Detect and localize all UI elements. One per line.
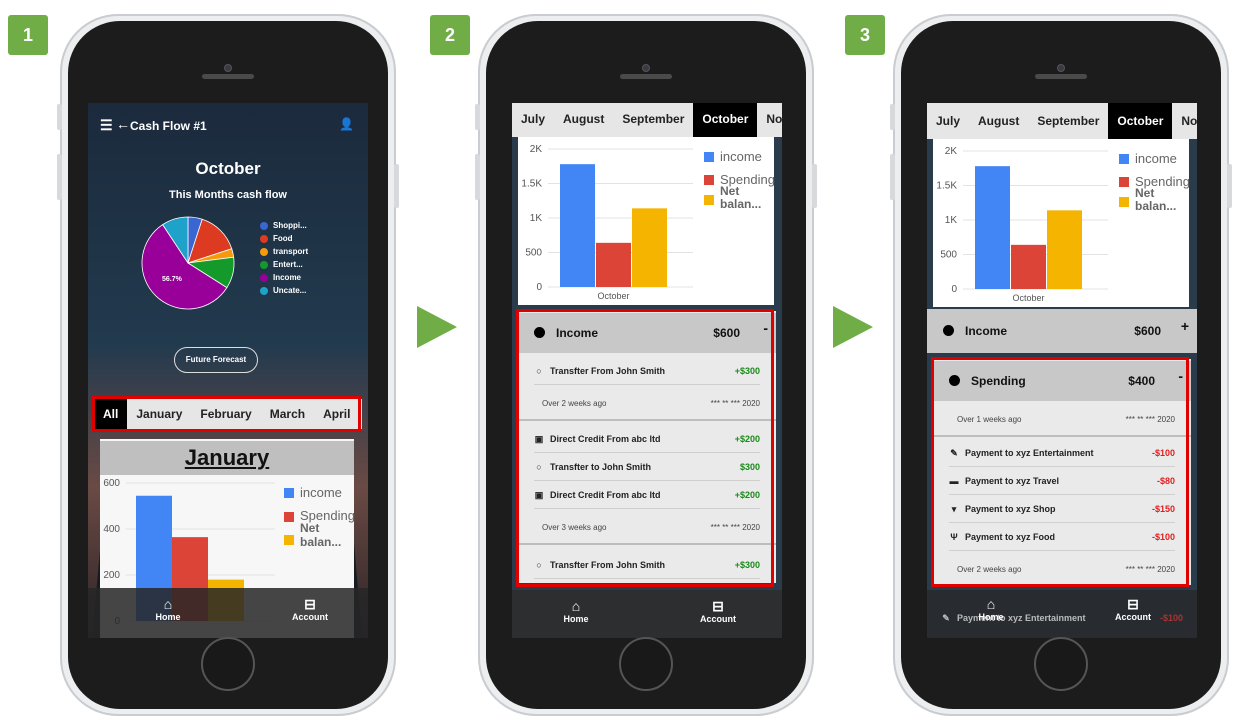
y-tick-label: 2K xyxy=(530,144,543,155)
tab-october[interactable]: October xyxy=(1108,103,1173,139)
y-tick-label: 2K xyxy=(945,146,958,157)
pie-chart: 56.7% xyxy=(141,216,235,310)
bottom-nav-2: ⌂ Home ⊟ Account xyxy=(512,590,782,638)
bullet-icon xyxy=(943,325,954,336)
y-tick-label: 200 xyxy=(103,570,120,581)
nav-account[interactable]: ⊟ Account xyxy=(1103,596,1163,622)
bar-income xyxy=(560,164,595,287)
menu-icon[interactable]: ☰ xyxy=(100,117,113,134)
front-camera xyxy=(224,64,232,72)
phone-1: ☰ ← Cash Flow #1 👤 October This Months c… xyxy=(57,14,399,716)
highlight-box-spending xyxy=(931,357,1189,587)
step-badge-3: 3 xyxy=(845,15,885,55)
tab-september[interactable]: September xyxy=(1028,103,1108,139)
y-tick-label: 1.5K xyxy=(521,179,542,190)
pie-legend-item-0: Shoppi... xyxy=(260,221,308,230)
legend-net: Net balan... xyxy=(284,521,355,549)
section-title: January xyxy=(184,445,270,470)
home-button[interactable] xyxy=(1034,637,1088,691)
bar-chart-october: 2K 1.5K 1K 500 0 October xyxy=(521,144,693,301)
bar-spending xyxy=(1011,244,1046,289)
y-tick-label: 1K xyxy=(530,213,543,224)
pie-legend: Shoppi... Food transport Entert... Income Unc… xyxy=(260,221,308,299)
y-tick-label: 500 xyxy=(940,250,957,261)
bar-legend-2: income Spending Net balan... xyxy=(704,149,775,219)
screen-3: July August September October Nov 2K 1.5K… xyxy=(927,103,1197,638)
tab-august[interactable]: August xyxy=(969,103,1028,139)
expand-toggle[interactable]: + xyxy=(1181,318,1189,334)
pie-legend-item-3: Entert... xyxy=(260,260,308,269)
tab-august[interactable]: August xyxy=(554,103,613,137)
y-tick-label: 500 xyxy=(525,248,542,259)
x-category-label: October xyxy=(597,291,629,301)
month-tab-bar-3: July August September October Nov xyxy=(927,103,1197,139)
pie-legend-item-4: Income xyxy=(260,273,308,282)
bar-legend-1: income Spending Net balan... xyxy=(284,485,355,557)
next-arrow-2 xyxy=(833,306,873,348)
tab-nov[interactable]: Nov xyxy=(757,103,782,137)
step-badge-2: 2 xyxy=(430,15,470,55)
bar-legend-3: income Spending Net balan... xyxy=(1119,151,1190,221)
nav-account[interactable]: ⊟ Account xyxy=(688,598,748,624)
highlight-box-income xyxy=(516,309,774,587)
future-forecast-button[interactable]: Future Forecast xyxy=(174,347,258,373)
bottom-nav-1: ⌂ Home ⊟ Account xyxy=(88,588,368,638)
inbox-icon: ⊟ xyxy=(712,598,724,614)
home-button[interactable] xyxy=(619,637,673,691)
earpiece xyxy=(202,74,254,79)
app-header: ☰ ← Cash Flow #1 👤 xyxy=(88,116,368,137)
header-title: Cash Flow #1 xyxy=(130,119,207,133)
y-tick-label: 0 xyxy=(536,282,542,293)
bar-spending xyxy=(596,242,631,287)
tab-october[interactable]: October xyxy=(693,103,758,137)
home-icon: ⌂ xyxy=(571,598,581,614)
pie-percent-label: 56.7% xyxy=(162,276,183,283)
y-tick-label: 1.5K xyxy=(936,181,957,192)
chart-card-2: 2K 1.5K 1K 500 0 October income Spending Net … xyxy=(518,137,775,305)
bar-chart-october: 2K 1.5K 1K 500 0 October xyxy=(936,146,1108,303)
nav-home[interactable]: ⌂ Home xyxy=(961,596,1021,622)
month-tab-bar-2: July August September October Nov xyxy=(512,103,782,137)
pie-legend-item-1: Food xyxy=(260,234,308,243)
chart-card-3: 2K 1.5K 1K 500 0 October income Spending Net … xyxy=(933,139,1190,307)
tab-july[interactable]: July xyxy=(927,103,969,139)
y-tick-label: 1K xyxy=(945,215,958,226)
y-tick-label: 0 xyxy=(951,284,957,295)
bar-net-balan- xyxy=(632,208,667,287)
subtitle: This Months cash flow xyxy=(169,189,287,201)
pie-legend-item-2: transport xyxy=(260,247,308,256)
tab-nov[interactable]: Nov xyxy=(1172,103,1197,139)
screen-2: July August September October Nov 2K 1.5K… xyxy=(512,103,782,638)
month-title: October xyxy=(195,159,261,178)
step-badge-1: 1 xyxy=(8,15,48,55)
bottom-nav-3: ✎ Payment to xyz Entertainment -$100 ⌂ Home… xyxy=(927,590,1197,638)
income-header[interactable]: Income $600 + xyxy=(927,311,1197,351)
pie-legend-item-5: Uncate... xyxy=(260,286,308,295)
inbox-icon: ⊟ xyxy=(304,596,316,612)
screen-1: ☰ ← Cash Flow #1 👤 October This Months c… xyxy=(88,103,368,638)
next-arrow-1 xyxy=(417,306,457,348)
back-arrow-icon[interactable]: ← xyxy=(116,116,130,132)
phone-3: July August September October Nov 2K 1.5K… xyxy=(890,14,1232,716)
bar-income xyxy=(975,166,1010,289)
home-icon: ⌂ xyxy=(163,596,173,612)
user-icon[interactable]: 👤 xyxy=(339,117,354,131)
y-tick-label: 400 xyxy=(103,524,120,535)
inbox-icon: ⊟ xyxy=(1127,596,1139,612)
y-tick-label: 600 xyxy=(103,478,120,489)
tab-september[interactable]: September xyxy=(613,103,693,137)
phone-2: July August September October Nov 2K 1.5K… xyxy=(475,14,817,716)
nav-home[interactable]: ⌂ Home xyxy=(138,596,198,622)
legend-income: income xyxy=(284,485,355,500)
home-button[interactable] xyxy=(201,637,255,691)
tab-july[interactable]: July xyxy=(512,103,554,137)
bar-net-balan- xyxy=(1047,210,1082,289)
highlight-box-tabs xyxy=(92,396,361,432)
nav-home[interactable]: ⌂ Home xyxy=(546,598,606,624)
income-collapsed-panel: Income $600 + xyxy=(927,309,1197,353)
nav-account[interactable]: ⊟ Account xyxy=(280,596,340,622)
home-icon: ⌂ xyxy=(986,596,996,612)
x-category-label: October xyxy=(1012,293,1044,303)
